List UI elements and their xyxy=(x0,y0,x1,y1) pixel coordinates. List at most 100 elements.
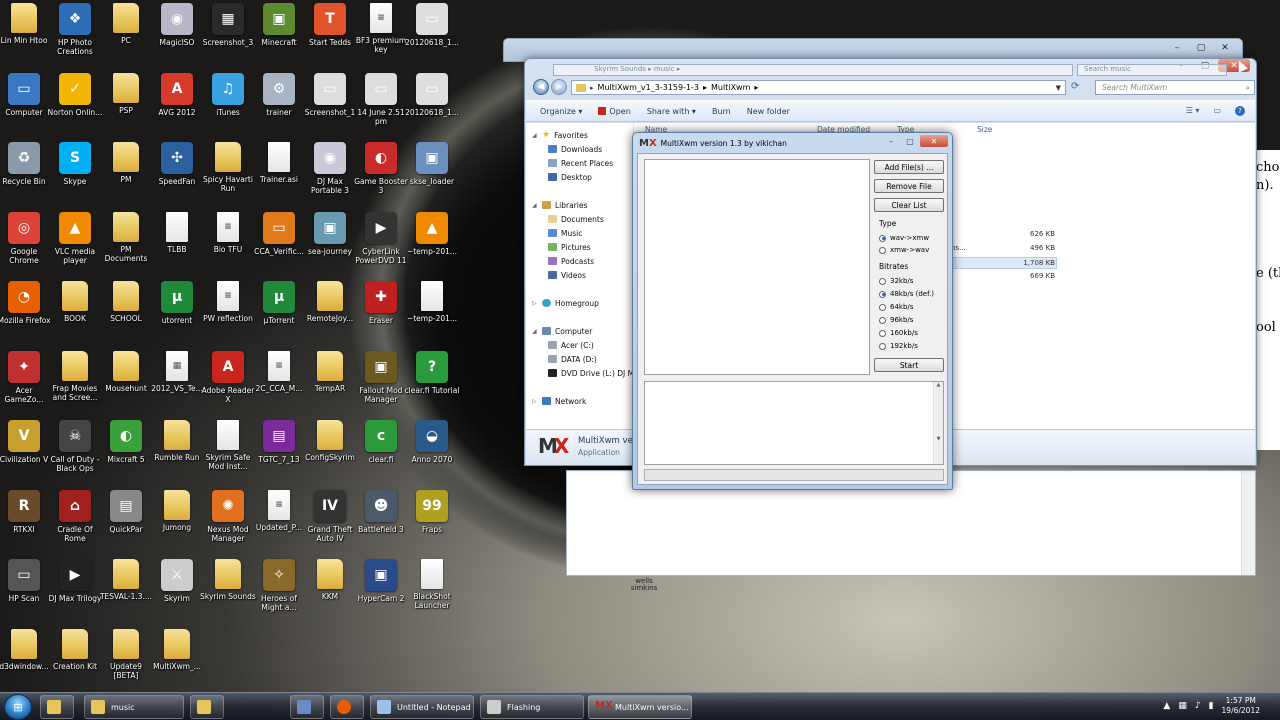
file-list-box[interactable] xyxy=(644,159,870,375)
desktop-icon[interactable]: S Skype xyxy=(49,142,101,208)
radio-button[interactable] xyxy=(879,329,886,337)
desktop-icon[interactable]: Mousehunt xyxy=(100,350,152,417)
nav-documents[interactable]: Documents xyxy=(548,213,604,225)
desktop-icon[interactable]: ✦ Acer GameZo... xyxy=(0,350,50,417)
desktop-icon[interactable]: ▭ HP Scan xyxy=(0,559,50,625)
nav-drive-l[interactable]: DVD Drive (L:) DJ Ma xyxy=(548,367,639,379)
desktop-icon[interactable]: ⚙ trainer xyxy=(253,72,305,139)
organize-button[interactable]: Organize ▾ xyxy=(540,107,582,116)
desktop-icon[interactable]: TESVAL-1.3.... xyxy=(100,559,152,625)
desktop-icon[interactable]: BlackShot Launcher xyxy=(406,559,458,625)
desktop-icon[interactable]: Skyrim Safe Mod Inst... xyxy=(202,420,254,486)
search-icon[interactable]: ⌕ xyxy=(1246,83,1250,93)
desktop-icon[interactable]: ▣ HyperCam 2 xyxy=(355,559,407,625)
desktop-icon[interactable]: ⌂ Cradle Of Rome xyxy=(49,489,101,556)
address-bar[interactable]: ▸ MultiXwm_v1_3-3159-1-3 ▸ MultiXwm ▸ ▼ xyxy=(571,80,1066,95)
desktop-icon[interactable]: ◒ Anno 2070 xyxy=(406,420,458,486)
desktop-icon[interactable]: RemoteJoy... xyxy=(304,281,356,347)
remove-file-button[interactable]: Remove File xyxy=(874,179,944,193)
desktop-icon[interactable]: c clear.fi xyxy=(355,420,407,486)
close-icon[interactable]: ✕ xyxy=(920,135,948,147)
nav-libraries[interactable]: ◢ Libraries xyxy=(532,199,587,211)
desktop-icon[interactable]: SCHOOL xyxy=(100,281,152,347)
desktop-icon[interactable]: PC xyxy=(100,3,152,69)
desktop-icon[interactable]: ❖ HP Photo Creations xyxy=(49,3,101,69)
view-options-icon[interactable]: ☰ ▾ xyxy=(1186,106,1200,116)
desktop-icon[interactable]: ◔ Mozilla Firefox xyxy=(0,281,51,347)
desktop-icon[interactable]: Frap Movies and Scree... xyxy=(49,350,101,417)
maximize-icon[interactable]: ▢ xyxy=(1190,41,1212,54)
desktop-icon[interactable]: ~temp-201... xyxy=(406,281,458,347)
taskbar-item-firefox[interactable] xyxy=(330,695,364,719)
desktop-icon[interactable]: ✓ Norton Onlin... xyxy=(48,72,102,139)
volume-icon[interactable]: ♪ xyxy=(1195,701,1201,711)
nav-podcasts[interactable]: Podcasts xyxy=(548,255,594,267)
desktop-icon[interactable]: ▤ QuickPar xyxy=(100,489,152,556)
clear-list-button[interactable]: Clear List xyxy=(874,198,944,212)
desktop-icon[interactable]: PM Documents xyxy=(100,211,152,278)
desktop-icon[interactable]: ◎ Google Chrome xyxy=(0,211,50,278)
close-icon[interactable]: ✕ xyxy=(1214,41,1236,54)
network-icon[interactable]: ▦ xyxy=(1178,701,1187,711)
desktop-icon[interactable]: Lin Min Htoo xyxy=(0,3,50,69)
desktop-icon[interactable]: ▭ 20120618_1... xyxy=(405,3,459,69)
radio-button[interactable] xyxy=(879,277,886,285)
minimize-icon[interactable]: – xyxy=(882,135,900,147)
desktop-icon[interactable]: ◐ Game Booster 3 xyxy=(354,142,408,208)
radio-button[interactable] xyxy=(879,246,886,254)
desktop-icon[interactable]: A Adobe Reader X xyxy=(202,350,254,417)
desktop-icon[interactable]: TempAR xyxy=(304,350,356,417)
desktop-icon[interactable]: ▦ Screenshot_3 xyxy=(202,3,254,69)
desktop-icon[interactable]: ▲ VLC media player xyxy=(49,211,101,278)
desktop-icon[interactable]: ◉ MagicISO xyxy=(151,3,203,69)
bitrate-option-64[interactable]: 64kb/s xyxy=(879,303,913,311)
preview-pane-icon[interactable]: ▭ xyxy=(1213,106,1221,116)
desktop-icon[interactable]: ✺ Nexus Mod Manager xyxy=(202,489,254,556)
show-hidden-icons-icon[interactable]: ▲ xyxy=(1163,701,1170,711)
bitrate-option-160[interactable]: 160kb/s xyxy=(879,329,918,337)
desktop-icon[interactable]: ☠ Call of Duty - Black Ops xyxy=(49,420,101,486)
taskbar-item-notepad[interactable]: Untitled - Notepad xyxy=(370,695,474,719)
desktop-icon[interactable]: PSP xyxy=(100,72,152,139)
multixwm-dialog[interactable]: MX MultiXwm version 1.3 by vikichan – ▢ … xyxy=(632,132,953,490)
nav-desktop[interactable]: Desktop xyxy=(548,171,592,183)
nav-downloads[interactable]: Downloads xyxy=(548,143,602,155)
desktop-icon[interactable]: ▭ 20120618_1... xyxy=(405,72,459,139)
burn-button[interactable]: Burn xyxy=(712,107,731,116)
desktop-icon[interactable]: ♫ iTunes xyxy=(202,72,254,139)
desktop-icon[interactable]: TLBB xyxy=(151,211,203,278)
desktop-icon[interactable]: ▭ Screenshot_1 xyxy=(304,72,356,139)
bitrate-option-48[interactable]: 48kb/s (def.) xyxy=(879,290,934,298)
desktop-icon[interactable]: ≡ Bio TFU xyxy=(202,211,254,278)
desktop-icon[interactable]: A AVG 2012 xyxy=(151,72,203,139)
breadcrumb-separator[interactable]: ▸ xyxy=(754,83,758,92)
radio-button-selected[interactable] xyxy=(879,234,886,242)
type-option-xmw-to-wav[interactable]: xmw->wav xyxy=(879,246,929,254)
desktop-icon[interactable]: ≡ 2C_CCA_M... xyxy=(253,350,305,417)
search-input[interactable]: Search MultiXwm ⌕ xyxy=(1095,80,1255,95)
desktop-icon[interactable]: V Civilization V xyxy=(0,420,50,486)
start-button[interactable]: ⊞ xyxy=(4,694,32,720)
nav-music[interactable]: Music xyxy=(548,227,582,239)
desktop-icon[interactable]: MultiXwm_... xyxy=(151,628,203,695)
nav-favorites[interactable]: ◢ ★ Favorites xyxy=(532,129,588,141)
taskbar-item-explorer-pinned[interactable] xyxy=(40,695,74,719)
type-option-wav-to-xmw[interactable]: wav->xmw xyxy=(879,234,929,242)
bitrate-option-96[interactable]: 96kb/s xyxy=(879,316,913,324)
desktop-icon[interactable]: IV Grand Theft Auto IV xyxy=(304,489,356,556)
desktop-icon[interactable]: Rumble Run xyxy=(151,420,203,486)
desktop-icon[interactable]: ▭ 14 June 2.51 pm xyxy=(355,72,407,139)
minimize-icon[interactable]: – xyxy=(1166,41,1188,54)
nav-computer[interactable]: ◢ Computer xyxy=(532,325,592,337)
radio-button[interactable] xyxy=(879,316,886,324)
add-files-button[interactable]: Add File(s) ... xyxy=(874,160,944,174)
desktop-icon[interactable]: ▶ DJ Max Trilogy xyxy=(49,559,101,625)
desktop-icon[interactable]: Update9 [BETA] xyxy=(100,628,152,695)
desktop-icon[interactable]: PM xyxy=(100,142,152,208)
desktop-icon[interactable]: ◉ DJ Max Portable 3 xyxy=(304,142,356,208)
bitrate-option-192[interactable]: 192kb/s xyxy=(879,342,918,350)
taskbar-item-multixwm[interactable]: MX MultiXwm versio... xyxy=(588,695,692,719)
nav-homegroup[interactable]: ▷ Homegroup xyxy=(532,297,599,309)
desktop-icon[interactable]: T Start Tedds xyxy=(304,3,356,69)
share-with-button[interactable]: Share with ▾ xyxy=(647,107,696,116)
